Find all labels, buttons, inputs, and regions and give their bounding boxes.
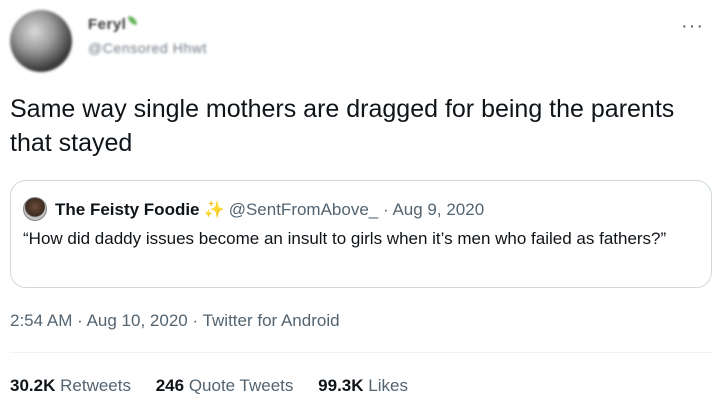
tweet-source[interactable]: Twitter for Android (203, 311, 340, 330)
quoted-tweet-header: The Feisty Foodie ✨ @SentFromAbove_ · Aug … (55, 199, 484, 221)
retweets-label: Retweets (60, 376, 131, 395)
quoted-avatar (23, 197, 47, 221)
tweet-text: Same way single mothers are dragged for … (10, 95, 675, 157)
likes-stat[interactable]: 99.3K Likes (318, 376, 408, 396)
sparkles-icon: ✨ (203, 200, 225, 219)
likes-count: 99.3K (318, 376, 364, 395)
likes-label: Likes (368, 376, 408, 395)
quoted-tweet-text: “How did daddy issues become an insult t… (23, 229, 667, 248)
quoted-separator: · (382, 200, 389, 219)
meta-separator: · (77, 311, 83, 330)
quoted-handle: @SentFromAbove_ (228, 200, 379, 219)
retweets-count: 30.2K (10, 376, 56, 395)
retweets-stat[interactable]: 30.2K Retweets (10, 376, 131, 396)
author-name-text: Feryl (88, 16, 127, 33)
quote-tweets-count: 246 (155, 376, 185, 395)
tweet-metadata: 2:54 AM · Aug 10, 2020 · Twitter for And… (10, 311, 340, 331)
quote-tweets-stat[interactable]: 246 Quote Tweets (156, 376, 294, 396)
quoted-author-name: The Feisty Foodie (55, 200, 200, 219)
divider (10, 352, 712, 353)
quote-tweets-label: Quote Tweets (188, 376, 294, 395)
quoted-date: Aug 9, 2020 (392, 200, 485, 219)
tweet-date[interactable]: Aug 10, 2020 (87, 311, 188, 330)
author-handle[interactable]: @Censored Hhwt (88, 40, 207, 56)
more-options-icon[interactable]: ··· (681, 16, 704, 36)
avatar[interactable] (10, 10, 72, 72)
tweet-header: Feryl @Censored Hhwt ··· (8, 10, 714, 78)
author-display-name[interactable]: Feryl (88, 16, 138, 33)
meta-separator: · (192, 311, 199, 330)
tweet-stats: 30.2K Retweets 246 Quote Tweets 99.3K Li… (10, 376, 428, 396)
quoted-tweet-card[interactable]: The Feisty Foodie ✨ @SentFromAbove_ · Aug … (10, 180, 712, 288)
leaf-icon (128, 16, 138, 25)
tweet-time[interactable]: 2:54 AM (10, 311, 72, 330)
